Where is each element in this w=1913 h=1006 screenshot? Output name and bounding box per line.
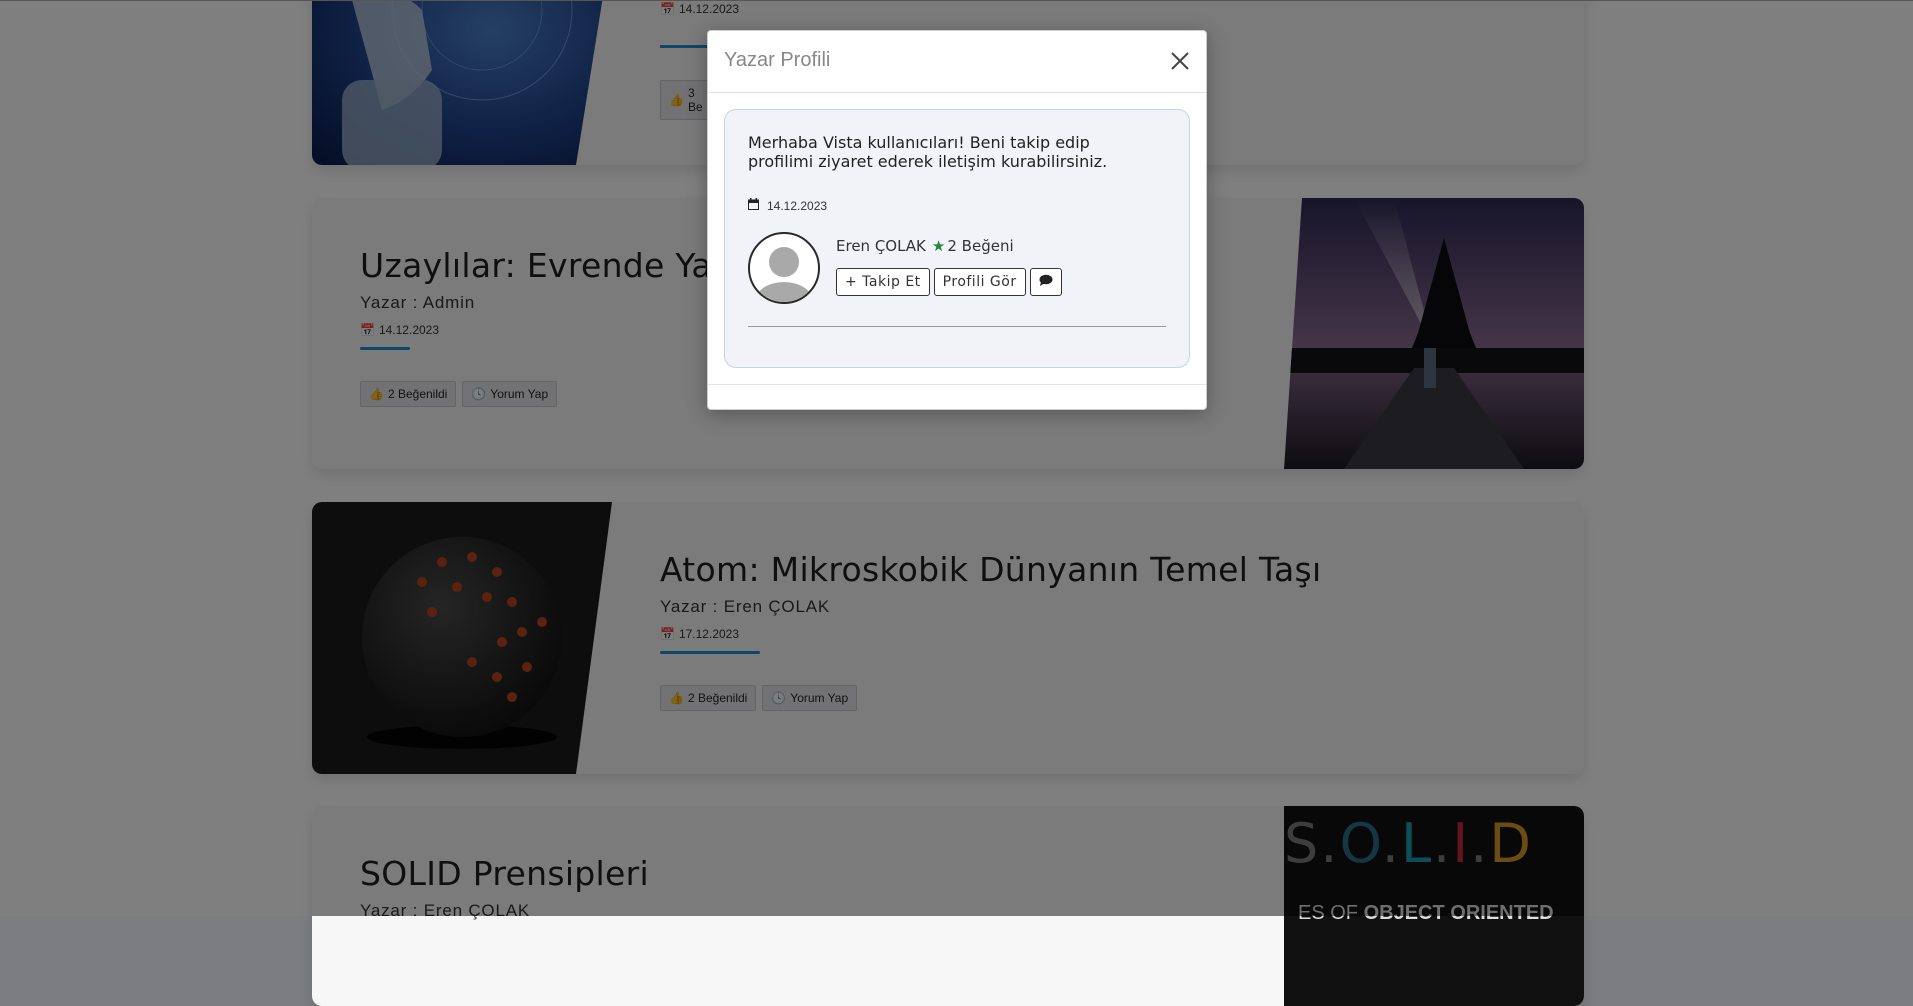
profile-date: 14.12.2023 bbox=[748, 198, 827, 213]
profile-actions: + Takip Et Profili Gör bbox=[836, 268, 1062, 296]
author-profile-modal: Yazar Profili Merhaba Vista kullanıcılar… bbox=[707, 30, 1207, 410]
modal-header: Yazar Profili bbox=[708, 31, 1206, 93]
modal-footer-divider bbox=[708, 384, 1206, 385]
divider bbox=[748, 326, 1166, 327]
modal-title: Yazar Profili bbox=[724, 49, 831, 71]
star-icon: ★ bbox=[931, 237, 946, 255]
profile-card: Merhaba Vista kullanıcıları! Beni takip … bbox=[724, 109, 1190, 368]
message-button[interactable] bbox=[1029, 268, 1062, 296]
avatar bbox=[748, 232, 820, 304]
calendar-icon bbox=[748, 198, 759, 213]
chat-bubble-icon bbox=[1039, 274, 1053, 290]
user-likes: ★ 2 Beğeni bbox=[931, 237, 1014, 255]
follow-button[interactable]: + Takip Et bbox=[836, 268, 930, 296]
profile-message: Merhaba Vista kullanıcıları! Beni takip … bbox=[748, 133, 1108, 171]
close-icon[interactable] bbox=[1168, 49, 1192, 73]
top-border bbox=[0, 0, 1913, 1]
profile-user-line: Eren ÇOLAK ★ 2 Beğeni bbox=[836, 237, 1014, 255]
view-profile-button[interactable]: Profili Gör bbox=[933, 268, 1026, 296]
user-name[interactable]: Eren ÇOLAK bbox=[836, 237, 926, 255]
